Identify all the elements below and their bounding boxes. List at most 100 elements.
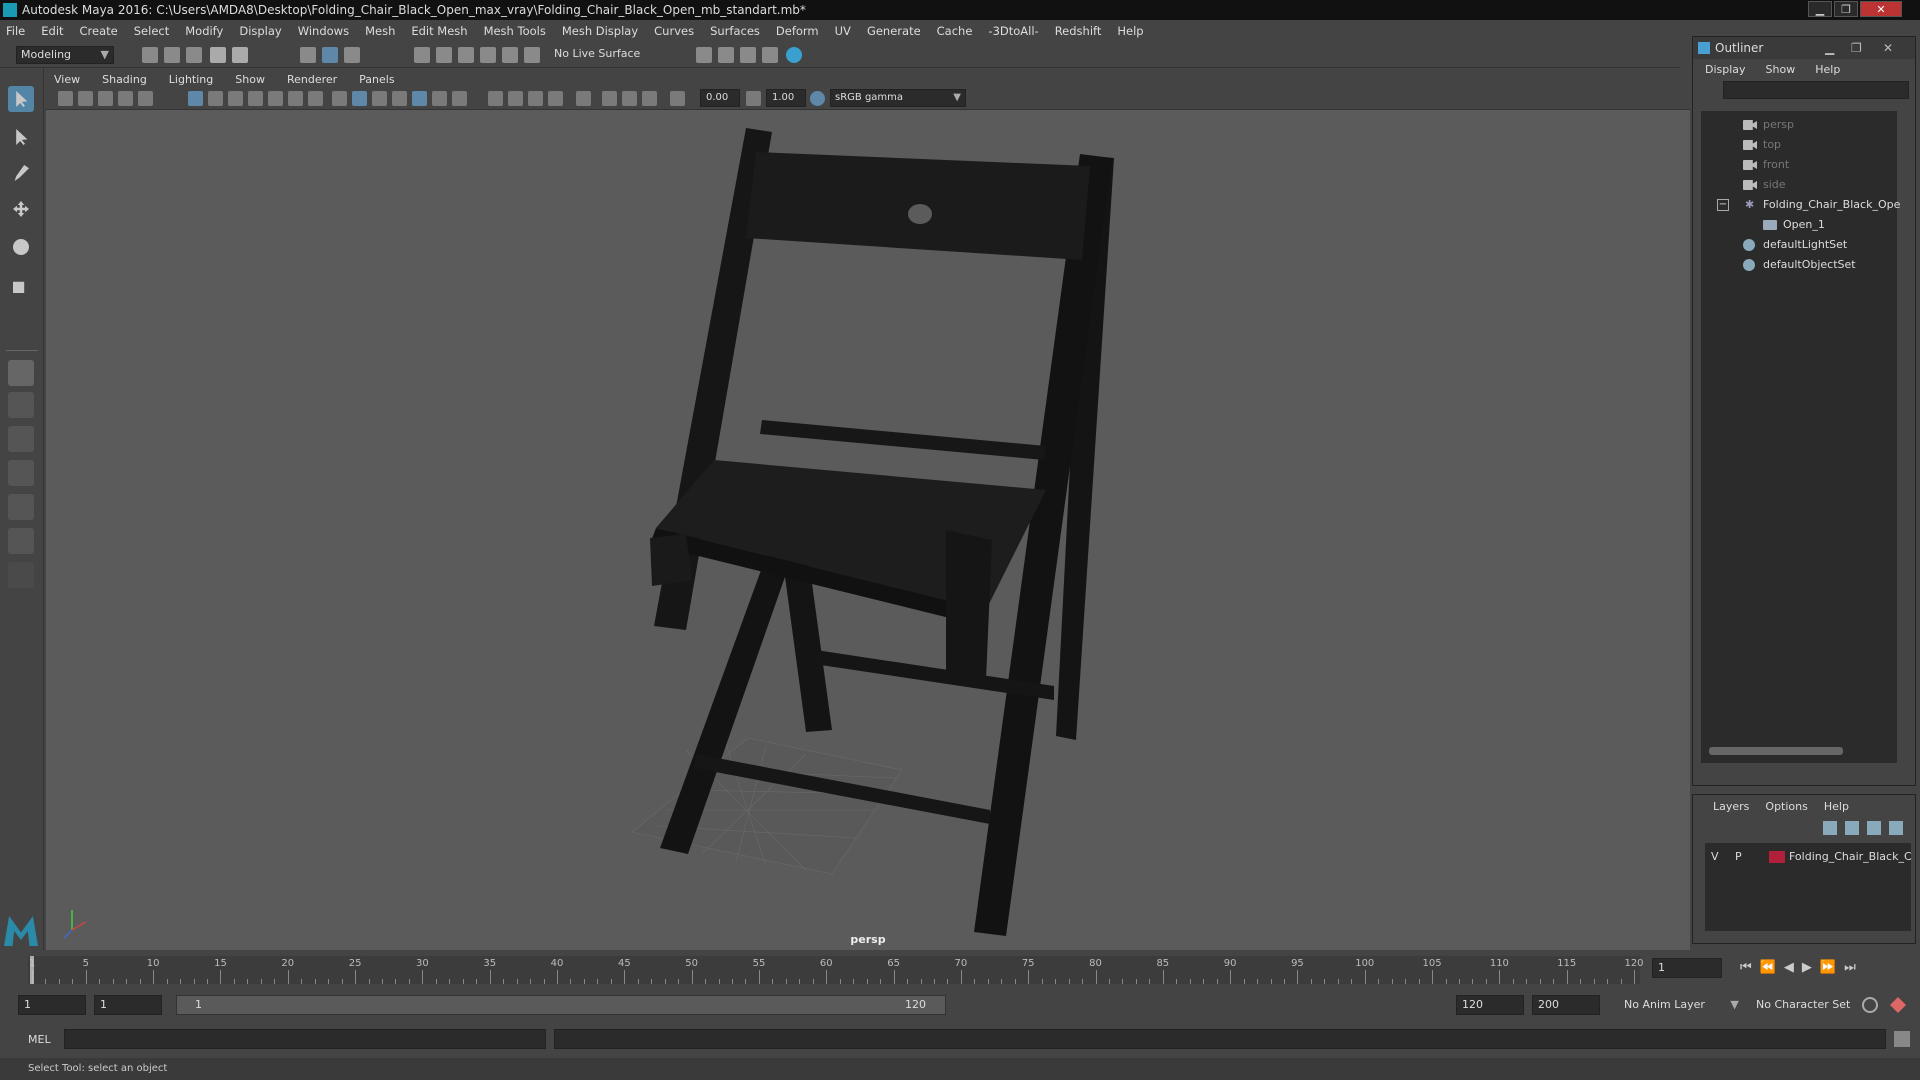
bookmark-icon[interactable] [98, 91, 113, 106]
grease-pencil-icon[interactable] [138, 91, 153, 106]
menu-create[interactable]: Create [80, 24, 118, 38]
gamma-icon[interactable] [746, 91, 761, 106]
ipr-render-icon[interactable] [740, 47, 756, 63]
menu-generate[interactable]: Generate [867, 24, 921, 38]
playback-end-field[interactable]: 120 [1456, 995, 1524, 1015]
live-surface-field[interactable]: No Live Surface [550, 46, 656, 64]
grid-icon[interactable] [188, 91, 203, 106]
exposure-icon[interactable] [670, 91, 685, 106]
range-slider[interactable]: 1 120 [176, 995, 946, 1015]
layer-color-swatch[interactable] [1769, 851, 1785, 863]
anim-layer-dropdown[interactable]: No Anim Layer ▼ [1624, 998, 1739, 1011]
snap-to-surface-icon[interactable] [502, 47, 518, 63]
mode-dropdown[interactable]: Modeling ▼ [16, 46, 114, 64]
redo-icon[interactable] [232, 47, 248, 63]
outliner-menu-help[interactable]: Help [1815, 63, 1840, 76]
outliner-item-default-object-set[interactable]: defaultObjectSet [1743, 255, 1856, 275]
play-forward-icon[interactable]: ▶ [1802, 960, 1820, 975]
viewport-menu-show[interactable]: Show [235, 73, 265, 86]
outliner-item-folding-chair-group[interactable]: − ✱ Folding_Chair_Black_Ope [1717, 195, 1900, 215]
motion-blur-icon[interactable] [508, 91, 523, 106]
time-slider[interactable]: 1510152025303540455055606570758085909510… [0, 952, 1920, 988]
select-tool-button[interactable] [8, 86, 34, 112]
outliner-item-open-1[interactable]: Open_1 [1763, 215, 1825, 235]
paint-select-tool-button[interactable] [8, 160, 34, 186]
menu-modify[interactable]: Modify [185, 24, 223, 38]
outliner-close-button[interactable]: ✕ [1883, 37, 1893, 59]
new-layer-from-selection-icon[interactable] [1889, 821, 1903, 835]
outliner-item-top[interactable]: top [1743, 135, 1781, 155]
outliner-maximize-button[interactable]: ❐ [1851, 37, 1862, 59]
viewport-menu-lighting[interactable]: Lighting [169, 73, 213, 86]
close-button[interactable]: ✕ [1860, 1, 1902, 17]
outliner-item-persp[interactable]: persp [1743, 115, 1794, 135]
textured-icon[interactable] [412, 91, 427, 106]
select-by-component-icon[interactable] [344, 47, 360, 63]
playback-start-field[interactable]: 1 [94, 995, 162, 1015]
safe-title-icon[interactable] [308, 91, 323, 106]
snap-to-view-icon[interactable] [480, 47, 496, 63]
xray-active-icon[interactable] [622, 91, 637, 106]
smooth-shade-icon[interactable] [352, 91, 367, 106]
lasso-tool-button[interactable] [8, 124, 34, 150]
new-scene-icon[interactable] [142, 47, 158, 63]
single-perspective-layout-button[interactable] [8, 360, 34, 386]
persp-graph-layout-button[interactable] [8, 460, 34, 486]
outliner-item-side[interactable]: side [1743, 175, 1786, 195]
menu-mesh[interactable]: Mesh [365, 24, 395, 38]
menu-edit[interactable]: Edit [41, 24, 63, 38]
menu-surfaces[interactable]: Surfaces [710, 24, 760, 38]
menu-mesh-display[interactable]: Mesh Display [562, 24, 638, 38]
wireframe-icon[interactable] [332, 91, 347, 106]
custom-layout-button[interactable] [8, 562, 34, 588]
layer-menu-options[interactable]: Options [1765, 800, 1807, 813]
scene-end-field[interactable]: 200 [1532, 995, 1600, 1015]
time-ruler[interactable]: 1510152025303540455055606570758085909510… [28, 956, 1644, 984]
snap-to-grid-icon[interactable] [414, 47, 430, 63]
image-plane-icon[interactable] [118, 91, 133, 106]
step-back-frame-icon[interactable]: ◀ [1784, 960, 1802, 975]
hypershade-icon[interactable] [786, 47, 802, 63]
open-scene-icon[interactable] [164, 47, 180, 63]
wireframe-on-shaded-icon[interactable] [392, 91, 407, 106]
select-by-hierarchy-icon[interactable] [300, 47, 316, 63]
perspective-viewport[interactable]: persp [46, 110, 1690, 950]
layer-visibility-toggle[interactable]: V [1711, 847, 1719, 867]
film-gate-icon[interactable] [208, 91, 223, 106]
move-tool-button[interactable] [8, 196, 34, 222]
menu-uv[interactable]: UV [835, 24, 851, 38]
exposure-field[interactable]: 0.00 [700, 89, 740, 107]
menu-3dtoall[interactable]: -3DtoAll- [988, 24, 1038, 38]
snap-to-vertex-icon[interactable] [524, 47, 540, 63]
go-to-start-icon[interactable]: ⏮ [1740, 960, 1760, 975]
current-frame-field[interactable]: 1 [1652, 958, 1722, 978]
render-frame-icon[interactable] [718, 47, 734, 63]
xray-icon[interactable] [602, 91, 617, 106]
rotate-tool-button[interactable] [8, 234, 34, 260]
new-layer-icon[interactable] [1867, 821, 1881, 835]
use-default-material-icon[interactable] [372, 91, 387, 106]
maximize-button[interactable]: ❐ [1834, 1, 1858, 17]
menu-display[interactable]: Display [239, 24, 281, 38]
layer-menu-layers[interactable]: Layers [1713, 800, 1749, 813]
snap-to-point-icon[interactable] [458, 47, 474, 63]
viewport-menu-shading[interactable]: Shading [102, 73, 147, 86]
menu-windows[interactable]: Windows [298, 24, 349, 38]
layer-row[interactable]: V P Folding_Chair_Black_C [1709, 847, 1912, 867]
command-language-label[interactable]: MEL [28, 1033, 51, 1046]
lock-camera-icon[interactable] [78, 91, 93, 106]
gamma-field[interactable]: 1.00 [766, 89, 806, 107]
step-back-key-icon[interactable]: ⏪ [1760, 960, 1784, 975]
isolate-select-icon[interactable] [576, 91, 591, 106]
safe-action-icon[interactable] [288, 91, 303, 106]
go-to-end-icon[interactable]: ⏭ [1844, 960, 1864, 975]
menu-file[interactable]: File [6, 24, 25, 38]
outliner-menu-show[interactable]: Show [1766, 63, 1796, 76]
xray-joints-icon[interactable] [642, 91, 657, 106]
viewport-menu-renderer[interactable]: Renderer [287, 73, 337, 86]
outliner-layout-button[interactable] [8, 528, 34, 554]
layer-menu-help[interactable]: Help [1824, 800, 1849, 813]
undo-icon[interactable] [210, 47, 226, 63]
script-editor-icon[interactable] [1894, 1031, 1910, 1047]
select-camera-icon[interactable] [58, 91, 73, 106]
